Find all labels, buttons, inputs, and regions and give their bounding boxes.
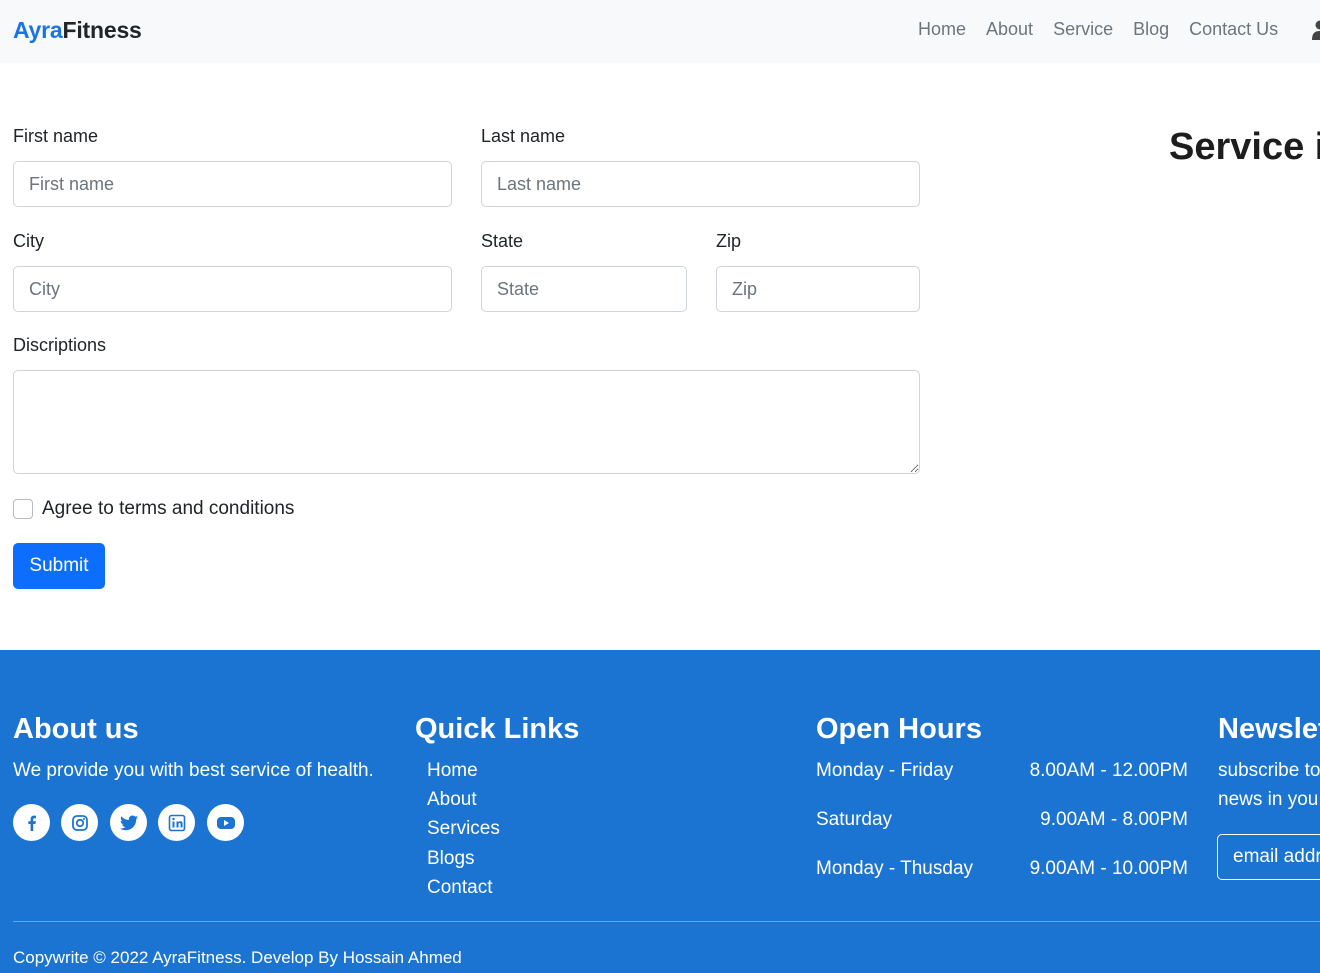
submit-button[interactable]: Submit [13, 543, 105, 589]
about-us-heading: About us [13, 713, 139, 745]
brand-part-ayra: Ayra [13, 17, 63, 43]
instagram-icon[interactable] [61, 804, 98, 841]
zip-label: Zip [716, 231, 742, 251]
navbar: AyraFitness Home About Service Blog Cont… [0, 0, 1320, 63]
brand-logo[interactable]: AyraFitness [13, 17, 142, 44]
footer-link-contact[interactable]: Contact [427, 877, 492, 899]
hours-day-3: Monday - Thusday [816, 858, 974, 879]
first-name-input[interactable] [13, 161, 452, 207]
hours-time-3: 9.00AM - 10.00PM [1029, 858, 1188, 879]
terms-checkbox[interactable] [13, 499, 33, 519]
hours-day-1: Monday - Friday [816, 760, 954, 781]
copyright-text: Copywrite © 2022 AyraFitness. Develop By… [13, 948, 462, 967]
linkedin-icon[interactable] [158, 804, 195, 841]
state-label: State [481, 231, 524, 251]
open-hours-heading: Open Hours [816, 713, 982, 745]
footer-link-blogs[interactable]: Blogs [427, 848, 475, 870]
about-us-text: We provide you with best service of heal… [13, 760, 374, 781]
footer: About us We provide you with best servic… [0, 650, 1320, 973]
newsletter-heading: Newsletter [1218, 713, 1320, 745]
facebook-icon[interactable] [13, 804, 50, 841]
city-label: City [13, 231, 44, 251]
hours-time-2: 9.00AM - 8.00PM [1040, 809, 1188, 830]
youtube-icon[interactable] [207, 804, 244, 841]
zip-input[interactable] [716, 266, 920, 312]
quick-links-heading: Quick Links [415, 713, 580, 745]
service-id-heading: Service id [1169, 126, 1320, 168]
twitter-icon[interactable] [110, 804, 147, 841]
nav-link-service[interactable]: Service [1053, 19, 1113, 40]
brand-part-fitness: Fitness [62, 17, 142, 43]
newsletter-text-line1: subscribe to [1218, 760, 1320, 781]
footer-link-about[interactable]: About [427, 789, 477, 811]
last-name-input[interactable] [481, 161, 920, 207]
hours-day-2: Saturday [816, 809, 893, 830]
hours-time-1: 8.00AM - 12.00PM [1029, 760, 1188, 781]
footer-link-services[interactable]: Services [427, 818, 500, 840]
nav-link-blog[interactable]: Blog [1133, 19, 1169, 40]
first-name-label: First name [13, 126, 99, 146]
terms-label[interactable]: Agree to terms and conditions [42, 498, 294, 520]
description-textarea[interactable] [13, 370, 920, 474]
user-icon[interactable] [1312, 20, 1320, 40]
city-input[interactable] [13, 266, 452, 312]
nav-link-about[interactable]: About [986, 19, 1033, 40]
nav-link-contact-us[interactable]: Contact Us [1189, 19, 1278, 40]
footer-link-home[interactable]: Home [427, 760, 478, 782]
newsletter-email-input[interactable] [1217, 834, 1320, 880]
description-label: Discriptions [13, 335, 107, 355]
nav-links: Home About Service Blog Contact Us [918, 19, 1298, 40]
footer-divider [13, 921, 1320, 922]
state-input[interactable] [481, 266, 687, 312]
newsletter-text-line2: news in you [1218, 789, 1319, 810]
last-name-label: Last name [481, 126, 566, 146]
nav-link-home[interactable]: Home [918, 19, 966, 40]
